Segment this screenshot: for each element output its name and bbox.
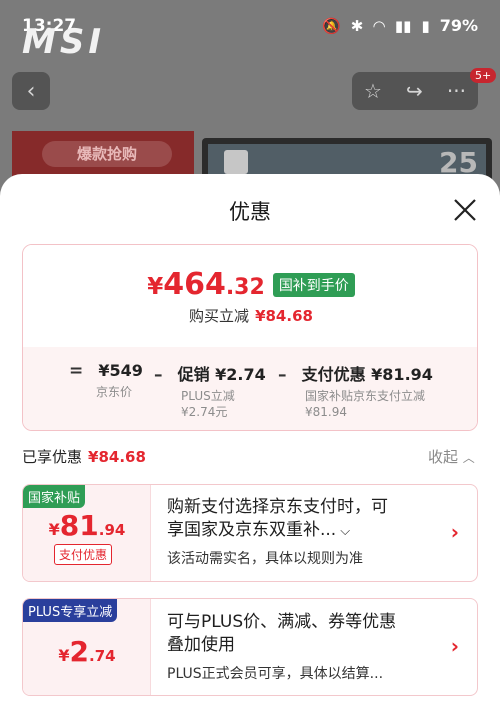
share-icon[interactable]: ↪ (406, 79, 423, 103)
discount-card-plus[interactable]: PLUS专享立减 ¥2.74 可与PLUS价、满减、券等优惠 叠加使用 PLUS… (22, 598, 478, 696)
sheet-title: 优惠 (229, 200, 271, 224)
back-button[interactable]: ‹ (12, 72, 50, 110)
card-description: 购新支付选择京东支付时，可 享国家及京东双重补... ⌵ (167, 497, 388, 540)
chevron-up-icon: ︿ (462, 451, 475, 465)
promo-label: 爆款抢购 (42, 141, 172, 167)
collapse-button[interactable]: 收起 ︿ (428, 446, 475, 467)
signal-5g-icon: ▮▮ (394, 16, 412, 35)
notification-badge: 5+ (470, 68, 497, 83)
chevron-down-icon[interactable]: ⌵ (340, 524, 350, 539)
reduce-row: 购买立减 ¥84.68 (189, 307, 313, 325)
price-formula: = ¥549 京东价 – 促销 ¥2.74 PLUS立减 ¥2.74元 – 支付… (23, 347, 477, 430)
discount-sheet: 优惠 ¥ 464 .32 国补到手价 购买立减 ¥84.68 = ¥549 京东价… (0, 174, 500, 706)
chevron-left-icon: ‹ (26, 78, 36, 104)
chevron-right-icon[interactable]: › (451, 634, 459, 658)
discount-card-subsidy[interactable]: 国家补贴 ¥81.94 支付优惠 购新支付选择京东支付时，可 享国家及京东双重补… (22, 484, 478, 582)
card-note: PLUS正式会员可享，具体以结算... (167, 666, 384, 682)
more-icon[interactable]: ··· (447, 79, 466, 103)
bluetooth-icon: ✱ (350, 16, 364, 35)
formula-item: = ¥549 京东价 (69, 361, 143, 399)
price-summary: ¥ 464 .32 国补到手价 购买立减 ¥84.68 = ¥549 京东价 – … (22, 244, 478, 431)
card-description: 可与PLUS价、满减、券等优惠 叠加使用 (167, 612, 397, 655)
card-note: 该活动需实名，具体以规则为准 (167, 551, 363, 567)
battery-icon: ▮ (421, 16, 430, 35)
status-icons: 🔕 ✱ ◠ ▮▮ ▮ 79% (322, 16, 478, 35)
payment-discount-tag: 支付优惠 (54, 544, 113, 565)
final-price: ¥ 464 .32 国补到手价 (23, 267, 477, 302)
status-bar: 13:27 🔕 ✱ ◠ ▮▮ ▮ 79% (0, 0, 500, 56)
formula-item: – 促销 ¥2.74 PLUS立减 ¥2.74元 (154, 365, 266, 419)
plus-badge: PLUS专享立减 (23, 599, 118, 622)
close-icon[interactable] (451, 196, 479, 224)
status-time: 13:27 (22, 16, 77, 36)
wifi-icon: ◠ (373, 16, 385, 35)
subsidy-badge: 国家补贴 (23, 485, 86, 508)
chevron-right-icon[interactable]: › (451, 520, 459, 544)
formula-item: – 支付优惠 ¥81.94 国家补贴京东支付立减 ¥81.94 (278, 365, 433, 419)
star-icon[interactable]: ☆ (364, 79, 382, 103)
mute-icon: 🔕 (322, 16, 341, 35)
discount-amount: ¥2.74 (58, 635, 116, 668)
discount-amount: ¥81.94 (48, 509, 126, 542)
header-toolbar: ☆ ↪ ··· (352, 72, 478, 110)
product-logo-icon (224, 150, 248, 174)
battery-percent: 79% (439, 16, 478, 35)
final-price-tag: 国补到手价 (272, 273, 355, 297)
enjoyed-discount: 已享优惠 ¥84.68 (22, 448, 146, 466)
